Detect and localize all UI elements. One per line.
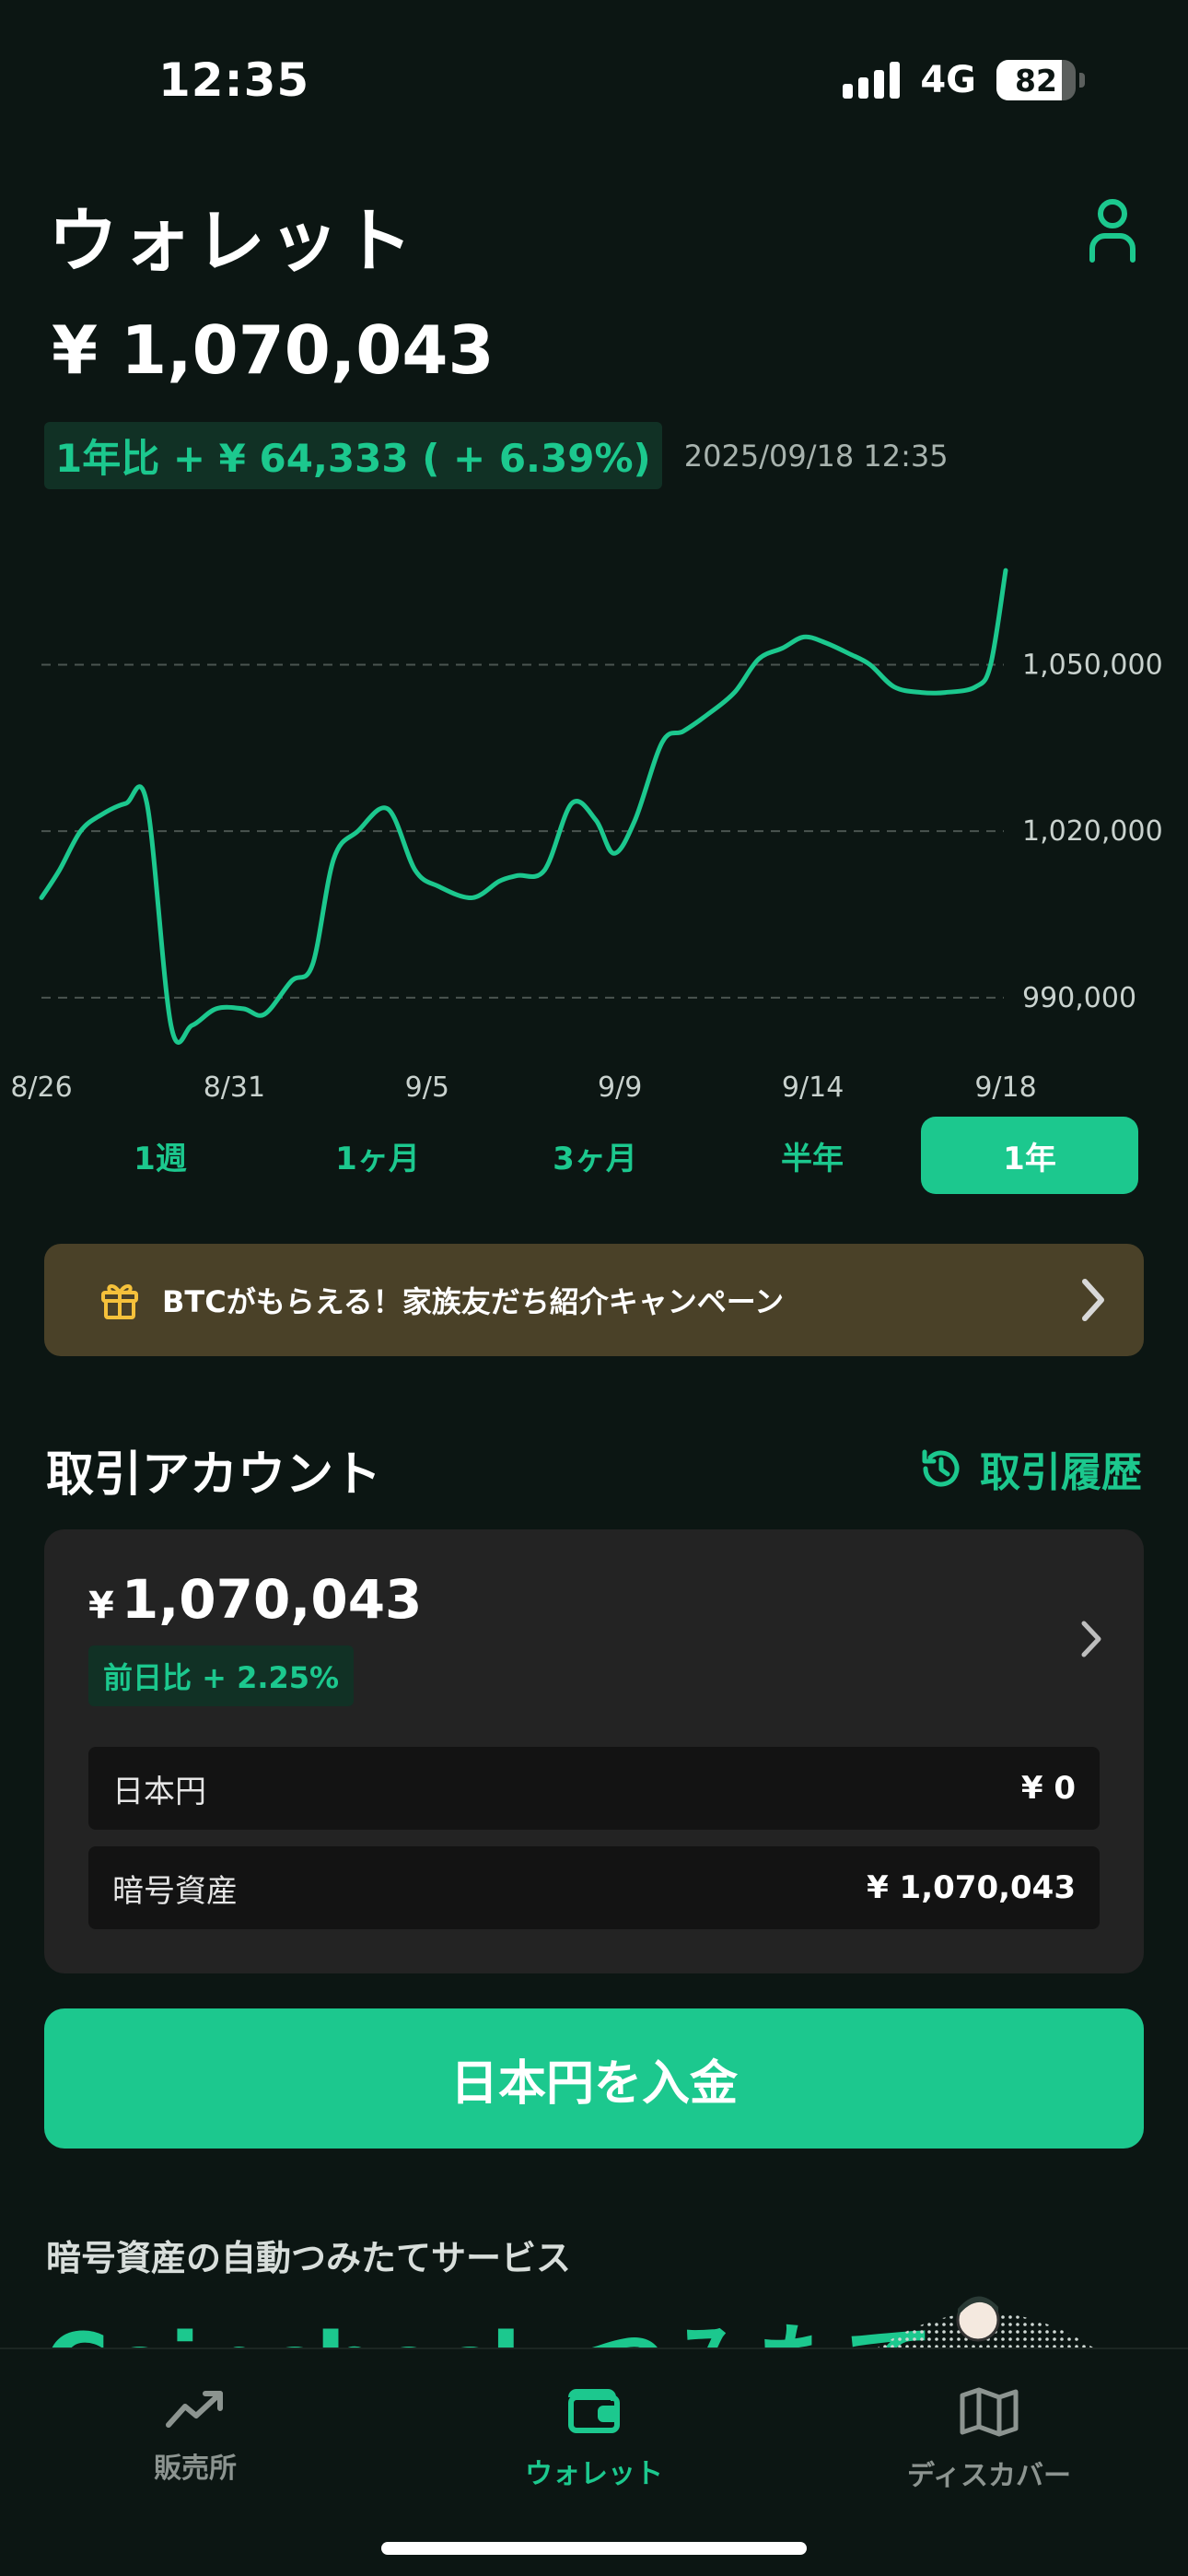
history-label: 取引履歴 [980, 1449, 1142, 1496]
range-tabs: 1週 1ヶ月 3ヶ月 半年 1年 [52, 1117, 1138, 1194]
total-balance: ¥ 1,070,043 [52, 311, 495, 389]
jpy-balance-row: 日本円 ¥ 0 [88, 1747, 1100, 1830]
battery-level: 82 [1015, 62, 1057, 99]
chevron-right-icon [1082, 1279, 1104, 1321]
user-icon [1089, 199, 1136, 263]
account-total: ¥ 1,070,043 [88, 1568, 422, 1631]
tab-exchange[interactable]: 販売所 [76, 2386, 315, 2486]
day-change-badge: 前日比 + 2.25% [88, 1645, 355, 1706]
x-tick-label: 8/26 [10, 1071, 72, 1104]
promo-subtitle: 暗号資産の自動つみたてサービス [46, 2238, 572, 2278]
campaign-banner[interactable]: BTCがもらえる！家族友だち紹介キャンペーン [44, 1244, 1144, 1356]
gift-icon [101, 1284, 138, 1319]
promo-card[interactable]: Coincheck つみたて [0, 2276, 1188, 2348]
x-tick-label: 9/9 [598, 1071, 642, 1104]
history-icon [922, 1449, 960, 1487]
y-tick-label: 990,000 [1022, 982, 1136, 1014]
network-type: 4G [920, 59, 976, 101]
x-tick-label: 8/31 [204, 1071, 265, 1104]
x-tick-label: 9/5 [405, 1071, 449, 1104]
row-value: ¥ 0 [1020, 1770, 1076, 1807]
row-label: 日本円 [112, 1773, 206, 1810]
yen-symbol: ¥ [88, 1585, 114, 1627]
y-tick-label: 1,050,000 [1022, 649, 1163, 681]
crypto-balance-row: 暗号資産 ¥ 1,070,043 [88, 1846, 1100, 1929]
tab-label: ウォレット [525, 2458, 663, 2490]
section-title-trading-account: 取引アカウント [46, 1447, 382, 1503]
account-total-amount: 1,070,043 [121, 1568, 423, 1631]
tab-wallet[interactable]: ウォレット [474, 2386, 714, 2491]
cellular-signal-icon [843, 62, 901, 99]
promo-title: Coincheck つみたて [44, 2294, 934, 2348]
trend-icon [166, 2391, 223, 2428]
balance-chart[interactable]: 1,050,000 1,020,000 990,000 8/26 8/31 9/5 9/9 9… [0, 516, 1188, 1124]
battery-icon: 82 [996, 60, 1076, 100]
tab-discover[interactable]: ディスカバー [869, 2386, 1109, 2493]
banner-text: BTCがもらえる！家族友だち紹介キャンペーン [162, 1284, 785, 1319]
balance-change-row: 1年比 + ¥ 64,333 ( + 6.39%) 2025/09/18 12:… [44, 422, 949, 489]
range-tab-1m[interactable]: 1ヶ月 [269, 1117, 486, 1194]
yearly-change-badge: 1年比 + ¥ 64,333 ( + 6.39%) [44, 422, 662, 489]
status-time: 12:35 [158, 53, 310, 107]
row-label: 暗号資産 [112, 1872, 238, 1910]
range-tab-1w[interactable]: 1週 [52, 1117, 269, 1194]
wallet-icon [568, 2389, 620, 2433]
map-icon [960, 2387, 1019, 2437]
tab-label: 販売所 [154, 2453, 237, 2485]
row-value: ¥ 1,070,043 [867, 1869, 1076, 1906]
page-title: ウォレット [48, 200, 416, 282]
account-card[interactable]: ¥ 1,070,043 前日比 + 2.25% 日本円 ¥ 0 暗号資産 ¥ 1… [44, 1529, 1144, 1973]
deposit-jpy-button[interactable]: 日本円を入金 [44, 2008, 1144, 2149]
promo-illustration [878, 2296, 1093, 2348]
x-tick-label: 9/18 [974, 1071, 1036, 1104]
history-link[interactable]: 取引履歴 [919, 1439, 1142, 1498]
series-line [39, 568, 1008, 1045]
range-tab-1y[interactable]: 1年 [921, 1117, 1138, 1194]
range-tab-6m[interactable]: 半年 [704, 1117, 921, 1194]
tab-label: ディスカバー [907, 2460, 1071, 2492]
status-indicators: 4G 82 [843, 59, 1085, 101]
range-tab-3m[interactable]: 3ヶ月 [486, 1117, 704, 1194]
home-indicator [381, 2542, 807, 2555]
profile-button[interactable] [1087, 197, 1138, 263]
y-tick-label: 1,020,000 [1022, 815, 1163, 848]
balance-timestamp: 2025/09/18 12:35 [683, 438, 949, 474]
chevron-right-icon [1081, 1621, 1101, 1657]
x-tick-label: 9/14 [782, 1071, 844, 1104]
